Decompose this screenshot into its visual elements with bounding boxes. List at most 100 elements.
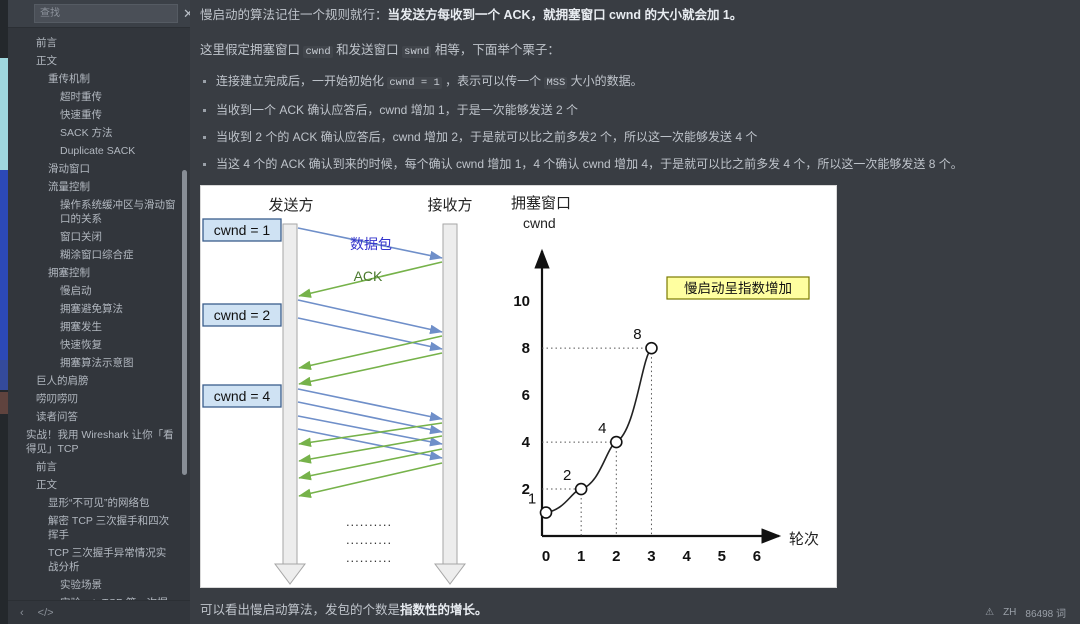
toc-item-13[interactable]: 慢启动 <box>8 282 180 300</box>
caption-bold: 指数性的增长。 <box>400 603 488 617</box>
chart-x-ticks: 0 1 2 3 4 5 6 <box>542 548 761 565</box>
chart-point-1 <box>574 482 588 496</box>
document-minimap-strip[interactable] <box>0 0 8 624</box>
chart-point-label-0: 1 <box>528 491 536 508</box>
figure-ellipsis-1: .......... <box>346 514 392 529</box>
chart-x-tick-1: 1 <box>577 548 585 565</box>
assumption-text-3: 相等，下面举个栗子： <box>431 43 560 57</box>
chart-point-0 <box>539 506 553 519</box>
round-2-arrows <box>297 299 443 387</box>
caption-plain: 可以看出慢启动算法，发包的个数是 <box>200 603 401 617</box>
chart-point-label-1: 2 <box>563 467 571 484</box>
language-indicator[interactable]: ZH <box>1003 607 1016 618</box>
assumption-text-1: 这里假定拥塞窗口 <box>200 43 304 57</box>
toc-item-8[interactable]: 流量控制 <box>8 178 180 196</box>
toc-item-16[interactable]: 快速恢复 <box>8 336 180 354</box>
receiver-lifeline <box>434 223 466 585</box>
bullet-text: ，表示可以传一个 <box>441 74 545 88</box>
toc-item-12[interactable]: 拥塞控制 <box>8 264 180 282</box>
warning-icon[interactable]: ⚠ <box>985 607 994 618</box>
intro-bold-text: 当发送方每收到一个 ACK，就拥塞窗口 cwnd 的大小就会加 1。 <box>387 8 743 22</box>
chart-y-ticks: 246810 <box>513 293 530 498</box>
search-input[interactable] <box>34 4 178 23</box>
figure-packet-label: 数据包 <box>350 236 392 252</box>
toc-item-2[interactable]: 重传机制 <box>8 70 180 88</box>
chart-x-axis-title: 轮次 <box>789 531 819 548</box>
toc-item-4[interactable]: 快速重传 <box>8 106 180 124</box>
chart-y-tick-8: 8 <box>522 340 530 357</box>
bullet-text: 当收到一个 ACK 确认应答后，cwnd 增加 1，于是一次能够发送 2 个 <box>216 103 579 117</box>
inline-code-swnd: swnd <box>402 46 432 58</box>
toc-item-10[interactable]: 窗口关闭 <box>8 228 180 246</box>
toc-item-18[interactable]: 巨人的肩膀 <box>8 372 180 390</box>
cwnd-box-3: cwnd = 4 <box>202 384 282 408</box>
round-3-arrows <box>297 388 443 498</box>
minimap-segment-brown <box>0 392 8 414</box>
sidebar-bottom-bar: ‹ </> <box>8 600 190 624</box>
minimap-segment-blue-2 <box>0 360 8 390</box>
bullet-list: 连接建立完成后，一开始初始化 cwnd = 1 ，表示可以传一个 MSS 大小的… <box>200 72 1064 173</box>
bullet-item-2: 当收到 2 个的 ACK 确认应答后，cwnd 增加 2，于是就可以比之前多发2… <box>200 128 1064 146</box>
chart-x-tick-6: 6 <box>753 548 761 565</box>
toc-item-17[interactable]: 拥塞算法示意图 <box>8 354 180 372</box>
toc-item-3[interactable]: 超时重传 <box>8 88 180 106</box>
toc-item-7[interactable]: 滑动窗口 <box>8 160 180 178</box>
toc-item-25[interactable]: 解密 TCP 三次握手和四次挥手 <box>8 512 180 544</box>
chart-point-label-2: 4 <box>598 420 606 437</box>
toc-item-6[interactable]: Duplicate SACK <box>8 142 180 160</box>
toc-item-11[interactable]: 糊涂窗口综合症 <box>8 246 180 264</box>
bullet-text: 连接建立完成后，一开始初始化 <box>216 74 388 88</box>
figure-ack-label: ACK <box>354 268 383 284</box>
cwnd-box-1-label: cwnd = 1 <box>214 222 271 238</box>
chart-y-tick-10: 10 <box>513 293 530 310</box>
chart-y-tick-4: 4 <box>522 434 531 451</box>
toc-item-26[interactable]: TCP 三次握手异常情况实战分析 <box>8 544 180 576</box>
intro-paragraph: 慢启动的算法记住一个规则就行：当发送方每收到一个 ACK，就拥塞窗口 cwnd … <box>200 6 1064 25</box>
figure-ellipsis-3: .......... <box>346 550 392 565</box>
toc-item-24[interactable]: 显形“不可见”的网络包 <box>8 494 180 512</box>
bullet-text: 当这 4 个的 ACK 确认到来的时候，每个确认 cwnd 增加 1，4 个确认… <box>216 157 963 171</box>
figure-svg: 发送方 接收方 cwnd = 1 cwnd = 2 cwnd = 4 数据包 A… <box>202 194 819 585</box>
chart-y-axis-title-line2: cwnd <box>523 215 556 231</box>
toc-item-19[interactable]: 唠叨唠叨 <box>8 390 180 408</box>
inline-code: cwnd = 1 <box>387 77 442 89</box>
chart-point-label-3: 8 <box>633 326 641 343</box>
chart-annotation-label: 慢启动呈指数增加 <box>684 280 792 296</box>
cwnd-box-3-label: cwnd = 4 <box>214 388 271 404</box>
table-of-contents[interactable]: 前言 正文 重传机制 超时重传 快速重传 SACK 方法 Duplicate SACK 滑动窗… <box>8 28 190 600</box>
toc-item-21[interactable]: 实战！我用 Wireshark 让你「看得见」TCP <box>8 426 180 458</box>
figure-ellipsis-2: .......... <box>346 532 392 547</box>
cwnd-box-2: cwnd = 2 <box>202 303 282 327</box>
bullet-text: 当收到 2 个的 ACK 确认应答后，cwnd 增加 2，于是就可以比之前多发2… <box>216 130 758 144</box>
inline-code: MSS <box>544 77 568 89</box>
cwnd-chart: 拥塞窗口 cwnd 轮次 246810 0123456 1248 慢启动呈指数增… <box>511 194 819 565</box>
toc-item-14[interactable]: 拥塞避免算法 <box>8 300 180 318</box>
main-content: 慢启动的算法记住一个规则就行：当发送方每收到一个 ACK，就拥塞窗口 cwnd … <box>190 0 1080 624</box>
toc-item-22[interactable]: 前言 <box>8 458 180 476</box>
toc-item-5[interactable]: SACK 方法 <box>8 124 180 142</box>
sidebar: ✕ 前言正文重传机制超时重传快速重传SACK 方法Duplicate SACK滑… <box>8 0 194 624</box>
chart-x-tick-3: 3 <box>647 548 655 565</box>
toc-item-0[interactable]: 前言 <box>8 34 180 52</box>
chart-x-tick-2: 2 <box>612 548 620 565</box>
toc-item-15[interactable]: 拥塞发生 <box>8 318 180 336</box>
assumption-text-2: 和发送窗口 <box>332 43 403 57</box>
sidebar-scrollbar-thumb[interactable] <box>182 170 187 475</box>
code-icon[interactable]: </> <box>38 607 54 619</box>
app-window: ✕ 前言正文重传机制超时重传快速重传SACK 方法Duplicate SACK滑… <box>0 0 1080 624</box>
toc-item-9[interactable]: 操作系统缓冲区与滑动窗口的关系 <box>8 196 180 228</box>
figure-sender-title: 发送方 <box>268 197 313 214</box>
chart-point-3 <box>645 341 658 355</box>
toc-item-1[interactable]: 正文 <box>8 52 180 70</box>
chart-annotation: 慢启动呈指数增加 <box>666 276 810 300</box>
toc-item-20[interactable]: 读者问答 <box>8 408 180 426</box>
bullet-item-1: 当收到一个 ACK 确认应答后，cwnd 增加 1，于是一次能够发送 2 个 <box>200 101 1064 119</box>
slow-start-figure: 发送方 接收方 cwnd = 1 cwnd = 2 cwnd = 4 数据包 A… <box>200 185 837 588</box>
chevron-left-icon[interactable]: ‹ <box>20 607 24 619</box>
toc-item-28[interactable]: 实验一：TCP 第一次握手 SYN 丢包 <box>8 594 180 600</box>
toc-item-27[interactable]: 实验场景 <box>8 576 180 594</box>
toc-item-23[interactable]: 正文 <box>8 476 180 494</box>
inline-code-cwnd: cwnd <box>303 46 333 58</box>
intro-plain-text: 慢启动的算法记住一个规则就行： <box>200 8 388 22</box>
cwnd-box-1: cwnd = 1 <box>202 218 282 242</box>
